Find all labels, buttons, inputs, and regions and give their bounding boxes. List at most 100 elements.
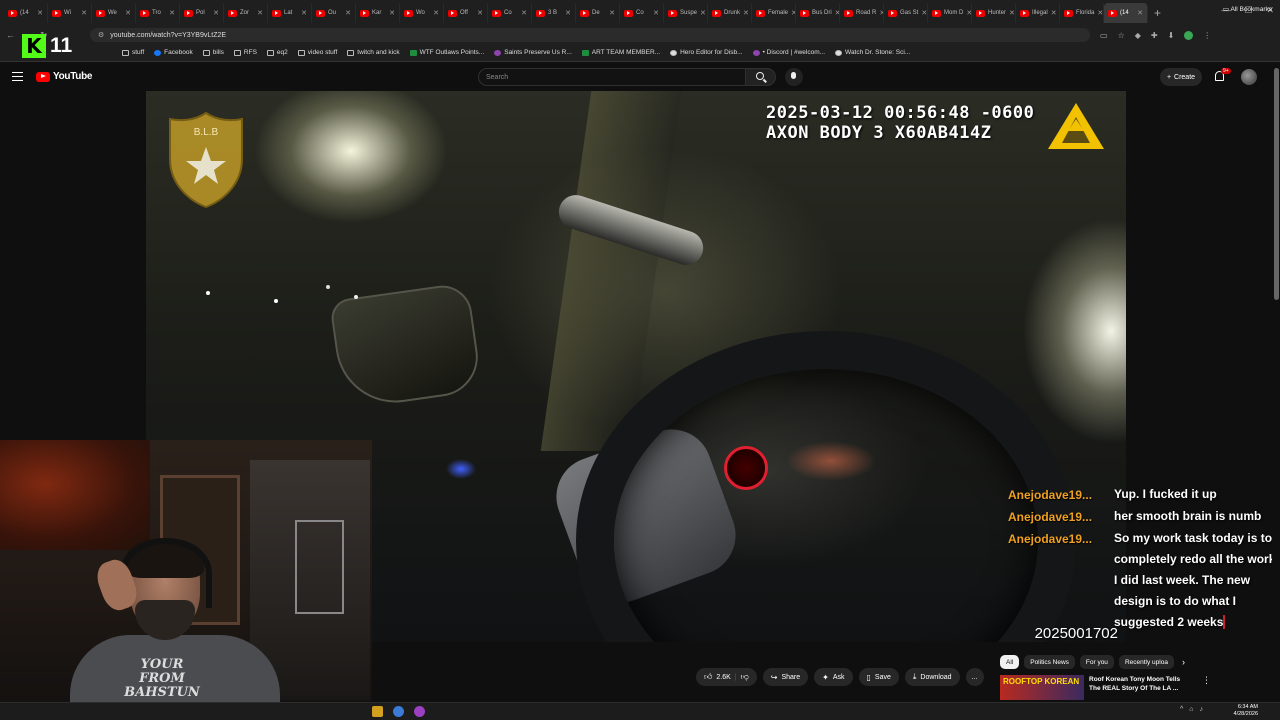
tab-close-icon[interactable]: ✕ (345, 9, 351, 17)
hamburger-menu-icon[interactable] (12, 72, 23, 81)
like-button[interactable]: 👍︎ 2.6K | 👎︎ (696, 668, 757, 686)
browser-tab[interactable]: Co ✕ (488, 3, 532, 23)
bookmark-item[interactable]: Facebook (154, 49, 193, 56)
download-button[interactable]: ⤓ Download (904, 668, 960, 686)
bookmark-item[interactable]: RFS (233, 49, 257, 56)
url-field[interactable]: ⚙ youtube.com/watch?v=Y3YB9vLtZ2E (90, 28, 1090, 42)
browser-tab[interactable]: Co ✕ (620, 3, 664, 23)
tab-close-icon[interactable]: ✕ (1137, 9, 1143, 17)
chevron-right-icon[interactable]: › (1182, 657, 1185, 667)
bookmark-item[interactable]: • Discord | #welcom... (752, 49, 825, 56)
recommended-title[interactable]: Roof Korean Tony Moon Tells The REAL Sto… (1089, 675, 1189, 702)
tab-close-icon[interactable]: ✕ (37, 9, 43, 17)
site-info-icon[interactable]: ⚙ (98, 31, 104, 39)
more-actions-button[interactable]: ... (965, 668, 984, 686)
tab-close-icon[interactable]: ✕ (125, 9, 131, 17)
tab-close-icon[interactable]: ✕ (1009, 9, 1015, 17)
tab-close-icon[interactable]: ✕ (301, 9, 307, 17)
create-button[interactable]: + Create (1160, 68, 1202, 86)
file-explorer-icon[interactable] (372, 706, 383, 717)
taskbar-clock[interactable]: 6:34 AM 4/28/2026 (1234, 704, 1258, 718)
browser-tab[interactable]: Wo ✕ (400, 3, 444, 23)
browser-tab[interactable]: (14 ✕ (1104, 3, 1148, 23)
tab-close-icon[interactable]: ✕ (257, 9, 263, 17)
extension-icon[interactable]: ◆ (1135, 31, 1141, 40)
tab-close-icon[interactable]: ✕ (921, 9, 927, 17)
browser-tab[interactable]: Off ✕ (444, 3, 488, 23)
voice-search-button[interactable] (785, 68, 803, 86)
filter-chip[interactable]: Politics News (1024, 655, 1075, 669)
browser-tab[interactable]: Gas St ✕ (884, 3, 928, 23)
browser-tab[interactable]: 3 B ✕ (532, 3, 576, 23)
tab-close-icon[interactable]: ✕ (169, 9, 175, 17)
browser-tab[interactable]: Illegal ✕ (1016, 3, 1060, 23)
browser-tab[interactable]: Road R✕ (840, 3, 884, 23)
page-scrollbar-thumb[interactable] (1274, 68, 1279, 300)
youtube-logo[interactable]: YouTube (36, 71, 93, 82)
browser-tab[interactable]: Drunk ✕ (708, 3, 752, 23)
tab-close-icon[interactable]: ✕ (700, 9, 706, 17)
app-icon[interactable] (414, 706, 425, 717)
browser-tab[interactable]: Lat ✕ (268, 3, 312, 23)
browser-tab[interactable]: Hunter ✕ (972, 3, 1016, 23)
recommended-thumbnail[interactable]: ROOFTOP KOREAN (1000, 675, 1084, 700)
tab-close-icon[interactable]: ✕ (565, 9, 571, 17)
settings-icon[interactable] (393, 706, 404, 717)
browser-tab[interactable]: Mom D ✕ (928, 3, 972, 23)
share-button[interactable]: ↪ Share (762, 668, 809, 686)
browser-tab[interactable]: Pol ✕ (180, 3, 224, 23)
tab-close-icon[interactable]: ✕ (521, 9, 527, 17)
filter-chip[interactable]: For you (1079, 655, 1114, 669)
browser-tab[interactable]: Female✕ (752, 3, 796, 23)
browser-tab[interactable]: De ✕ (576, 3, 620, 23)
bookmark-item[interactable]: bills (202, 49, 224, 56)
download-icon[interactable]: ⬇ (1168, 31, 1175, 40)
ask-button[interactable]: ✦ Ask (814, 668, 853, 686)
browser-tab[interactable]: Tro ✕ (136, 3, 180, 23)
browser-tab[interactable]: Wi ✕ (48, 3, 92, 23)
tab-close-icon[interactable]: ✕ (389, 9, 395, 17)
browser-tab[interactable]: Zor ✕ (224, 3, 268, 23)
new-tab-icon[interactable]: + (1154, 6, 1161, 20)
chevron-up-icon[interactable]: ^ (1180, 706, 1183, 713)
install-icon[interactable]: ▭ (1100, 31, 1108, 40)
profile-avatar[interactable] (1184, 30, 1194, 40)
tab-close-icon[interactable]: ✕ (81, 9, 87, 17)
kebab-menu-icon[interactable]: ⋮ (1202, 675, 1211, 702)
filter-chip[interactable]: All (1000, 655, 1020, 669)
bookmark-item[interactable]: twitch and kick (347, 49, 400, 56)
back-icon[interactable]: ← (6, 30, 15, 41)
volume-icon[interactable]: ♪ (1200, 706, 1204, 713)
browser-tab[interactable]: Suspe ✕ (664, 3, 708, 23)
bookmark-item[interactable]: Saints Preserve Us R... (494, 49, 572, 56)
account-avatar[interactable] (1241, 69, 1257, 85)
bookmark-item[interactable]: ART TEAM MEMBER... (581, 49, 660, 56)
bookmark-item[interactable]: video stuff (297, 49, 337, 56)
browser-tab[interactable]: Kar ✕ (356, 3, 400, 23)
puzzle-icon[interactable]: ✚ (1151, 31, 1158, 40)
filter-chip[interactable]: Recently uploa (1118, 655, 1174, 669)
star-icon[interactable]: ☆ (1118, 31, 1125, 40)
browser-tab[interactable]: (14 ✕ (4, 3, 48, 23)
tab-close-icon[interactable]: ✕ (653, 9, 659, 17)
browser-tab[interactable]: Bus Dri ✕ (796, 3, 840, 23)
tab-close-icon[interactable]: ✕ (609, 9, 615, 17)
tab-close-icon[interactable]: ✕ (213, 9, 219, 17)
browser-tab[interactable]: We ✕ (92, 3, 136, 23)
bookmark-item[interactable]: WTF Outlaws Points... (409, 49, 484, 56)
tab-close-icon[interactable]: ✕ (477, 9, 483, 17)
recommended-video[interactable]: ROOFTOP KOREAN Roof Korean Tony Moon Tel… (1000, 675, 1280, 702)
tab-close-icon[interactable]: ✕ (1051, 9, 1057, 17)
bookmark-item[interactable]: Hero Editor for Disb... (670, 49, 743, 56)
bookmark-item[interactable]: eq2 (266, 49, 288, 56)
save-button[interactable]: ▯ Save (858, 668, 899, 686)
network-icon[interactable]: ⌂ (1189, 706, 1193, 713)
search-button[interactable] (746, 68, 776, 86)
search-input[interactable]: Search (478, 68, 746, 86)
browser-tab[interactable]: Ou ✕ (312, 3, 356, 23)
bookmark-item[interactable]: Watch Dr. Stone: Sci... (835, 49, 910, 56)
kebab-menu-icon[interactable]: ⋮ (1203, 31, 1211, 40)
thumbs-down-icon[interactable]: 👎︎ (741, 672, 749, 682)
all-bookmarks-button[interactable]: ▭ All Bookmarks (1223, 5, 1272, 13)
tab-close-icon[interactable]: ✕ (743, 9, 749, 17)
